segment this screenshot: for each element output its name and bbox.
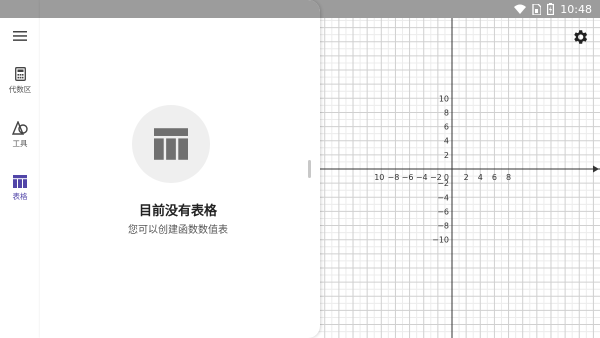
menu-icon [13, 31, 27, 41]
rail-item-label: 表格 [12, 192, 28, 201]
calculator-icon [14, 67, 26, 81]
y-tick-label: 2 [444, 151, 449, 160]
y-tick-label: −4 [437, 193, 449, 202]
empty-state-illustration [132, 105, 210, 183]
y-tick-label: 6 [444, 123, 449, 132]
y-tick-label: 10 [439, 94, 449, 103]
status-time: 10:48 [560, 2, 592, 16]
x-tick-label: −4 [416, 173, 428, 182]
navigation-rail: 代数区 工具 表格 [0, 18, 41, 338]
y-tick-label: 8 [444, 108, 449, 117]
y-tick-label: −10 [432, 236, 449, 245]
x-tick-label: 10 [374, 173, 384, 182]
empty-state-title: 目前没有表格 [138, 204, 217, 219]
menu-button[interactable] [0, 30, 40, 42]
table-icon [154, 128, 188, 160]
y-tick-label: −8 [437, 222, 449, 231]
x-axis-arrow [593, 165, 599, 173]
empty-state-subtitle: 您可以创建函数数值表 [128, 225, 228, 236]
panel-drag-handle[interactable] [308, 160, 311, 178]
table-panel: 目前没有表格 您可以创建函数数值表 [40, 0, 320, 338]
x-tick-label: −6 [402, 173, 414, 182]
rail-item-algebra[interactable]: 代数区 [0, 67, 40, 95]
wifi-icon [514, 4, 527, 14]
panel-status-strip [40, 0, 320, 18]
x-tick-label: 4 [478, 173, 483, 182]
x-tick-label: 6 [492, 173, 497, 182]
y-tick-label: −2 [437, 179, 449, 188]
rail-item-tools[interactable]: 工具 [0, 121, 40, 149]
rail-item-table[interactable]: 表格 [0, 175, 40, 202]
y-tick-label: 4 [444, 137, 449, 146]
table-icon [13, 175, 27, 188]
battery-icon [547, 3, 555, 15]
rail-item-label: 代数区 [8, 85, 32, 94]
rail-item-label: 工具 [12, 139, 28, 148]
x-tick-label: −8 [388, 173, 400, 182]
sim-icon [532, 3, 542, 15]
y-tick-label: −6 [437, 207, 449, 216]
x-tick-label: 8 [506, 173, 511, 182]
gear-icon[interactable] [571, 28, 589, 46]
shapes-icon [12, 121, 28, 135]
x-tick-label: 2 [464, 173, 469, 182]
